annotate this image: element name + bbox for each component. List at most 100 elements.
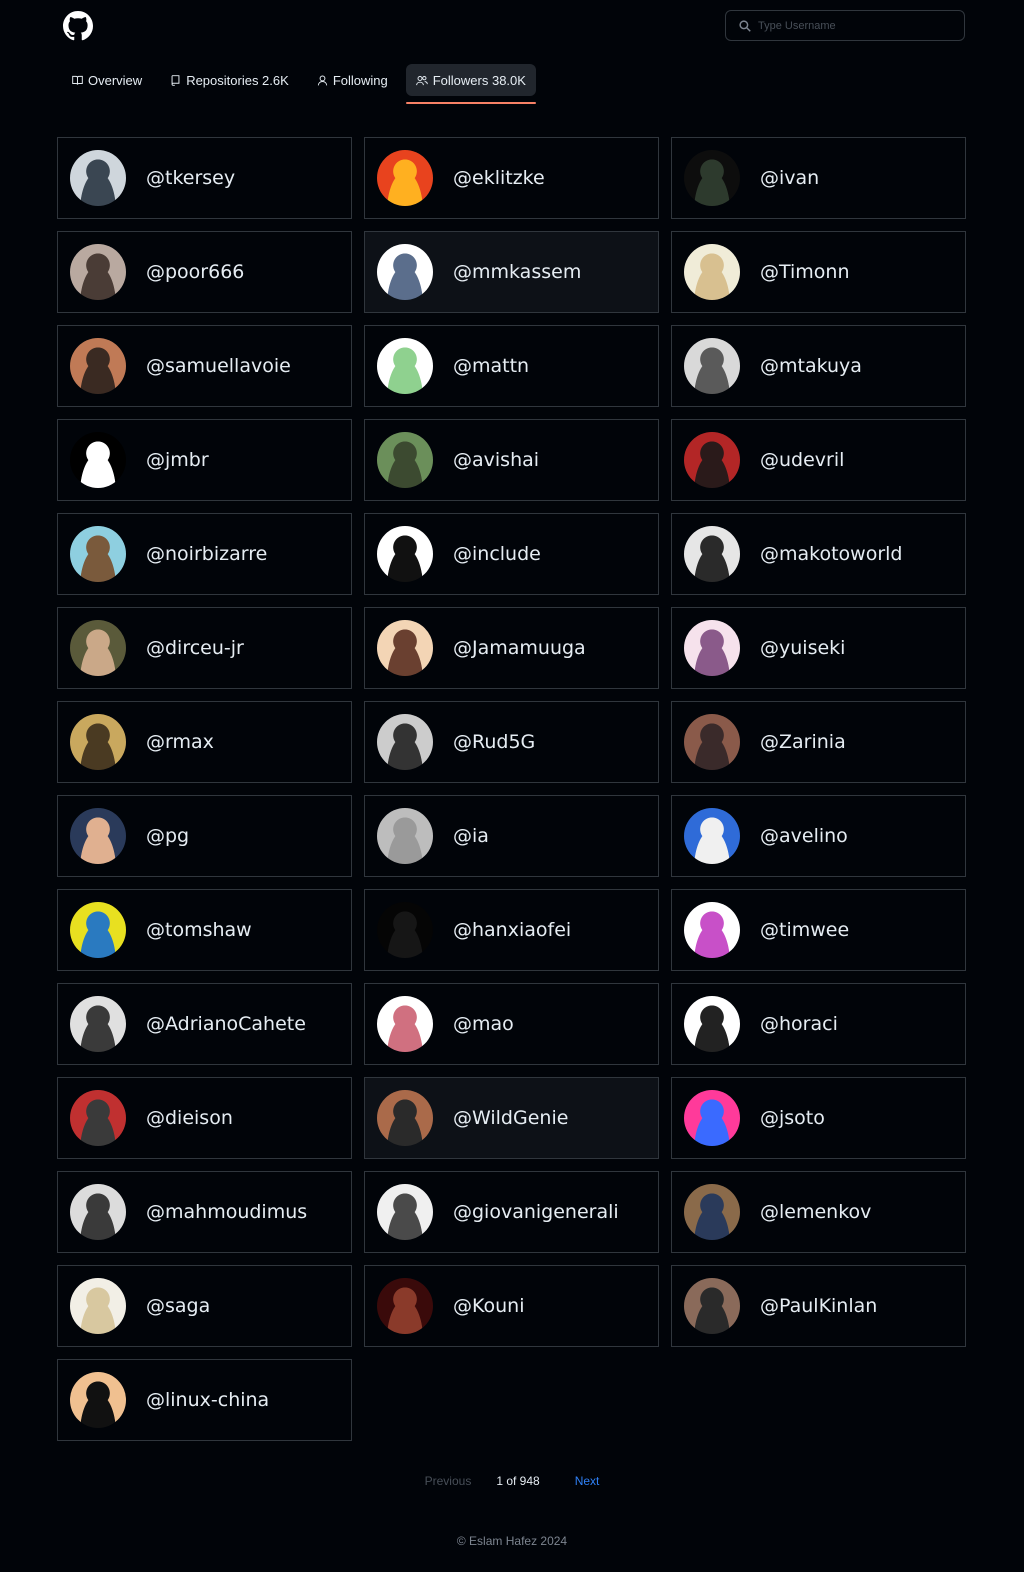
follower-username: @Kouni (453, 1295, 525, 1317)
avatar (377, 620, 433, 676)
follower-card[interactable]: @poor666 (57, 231, 352, 313)
tab-following[interactable]: Following (307, 64, 398, 96)
follower-card[interactable]: @Zarinia (671, 701, 966, 783)
avatar (684, 432, 740, 488)
avatar (684, 1278, 740, 1334)
github-logo-icon[interactable] (63, 11, 93, 41)
avatar (684, 338, 740, 394)
avatar (70, 996, 126, 1052)
follower-card[interactable]: @dirceu-jr (57, 607, 352, 689)
follower-username: @Rud5G (453, 731, 536, 753)
search-input[interactable] (756, 18, 960, 33)
avatar (377, 432, 433, 488)
tab-label: Followers 38.0K (432, 72, 526, 88)
follower-card[interactable]: @avishai (364, 419, 659, 501)
next-button[interactable]: Next (575, 1474, 600, 1488)
avatar (684, 996, 740, 1052)
follower-card[interactable]: @jmbr (57, 419, 352, 501)
avatar (70, 338, 126, 394)
follower-card[interactable]: @timwee (671, 889, 966, 971)
follower-username: @mattn (453, 355, 530, 377)
follower-card[interactable]: @PaulKinlan (671, 1265, 966, 1347)
follower-card[interactable]: @noirbizarre (57, 513, 352, 595)
follower-card[interactable]: @makotoworld (671, 513, 966, 595)
avatar (70, 1184, 126, 1240)
follower-username: @AdrianoCahete (146, 1013, 306, 1035)
follower-username: @lemenkov (760, 1201, 872, 1223)
follower-username: @ia (453, 825, 489, 847)
repo-icon (171, 74, 180, 86)
avatar (377, 808, 433, 864)
follower-username: @mahmoudimus (146, 1201, 308, 1223)
avatar (377, 244, 433, 300)
search-icon (739, 19, 751, 32)
avatar (70, 244, 126, 300)
follower-username: @PaulKinlan (760, 1295, 878, 1317)
follower-card[interactable]: @eklitzke (364, 137, 659, 219)
follower-card[interactable]: @giovanigenerali (364, 1171, 659, 1253)
follower-card[interactable]: @include (364, 513, 659, 595)
follower-card[interactable]: @samuellavoie (57, 325, 352, 407)
follower-card[interactable]: @linux-china (57, 1359, 352, 1441)
follower-username: @dirceu-jr (146, 637, 244, 659)
pagination: Previous 1 of 948 Next (0, 1474, 1024, 1488)
avatar (684, 808, 740, 864)
follower-card[interactable]: @Jamamuuga (364, 607, 659, 689)
tab-label: Repositories 2.6K (186, 72, 289, 88)
follower-card[interactable]: @ia (364, 795, 659, 877)
follower-card[interactable]: @WildGenie (364, 1077, 659, 1159)
follower-card[interactable]: @saga (57, 1265, 352, 1347)
follower-username: @mtakuya (760, 355, 862, 377)
follower-card[interactable]: @ivan (671, 137, 966, 219)
avatar (70, 150, 126, 206)
follower-card[interactable]: @udevril (671, 419, 966, 501)
avatar (684, 1184, 740, 1240)
avatar (377, 714, 433, 770)
followers-grid: @tkersey @eklitzke @ivan @poor666 @mmkassem @… (57, 137, 966, 1441)
follower-card[interactable]: @mtakuya (671, 325, 966, 407)
follower-card[interactable]: @hanxiaofei (364, 889, 659, 971)
follower-card[interactable]: @dieison (57, 1077, 352, 1159)
follower-username: @udevril (760, 449, 845, 471)
follower-card[interactable]: @jsoto (671, 1077, 966, 1159)
follower-card[interactable]: @Timonn (671, 231, 966, 313)
follower-card[interactable]: @mmkassem (364, 231, 659, 313)
follower-card[interactable]: @AdrianoCahete (57, 983, 352, 1065)
follower-card[interactable]: @Rud5G (364, 701, 659, 783)
follower-username: @Timonn (760, 261, 850, 283)
avatar (377, 1278, 433, 1334)
follower-username: @eklitzke (453, 167, 545, 189)
avatar (684, 244, 740, 300)
follower-card[interactable]: @mao (364, 983, 659, 1065)
avatar (70, 808, 126, 864)
avatar (377, 1184, 433, 1240)
follower-card[interactable]: @tomshaw (57, 889, 352, 971)
page-indicator: 1 of 948 (496, 1474, 540, 1488)
follower-username: @noirbizarre (146, 543, 268, 565)
follower-card[interactable]: @avelino (671, 795, 966, 877)
follower-card[interactable]: @mahmoudimus (57, 1171, 352, 1253)
follower-card[interactable]: @lemenkov (671, 1171, 966, 1253)
header: Overview Repositories 2.6K Following Fol… (0, 0, 1024, 120)
avatar (70, 714, 126, 770)
avatar (684, 902, 740, 958)
profile-tabs: Overview Repositories 2.6K Following Fol… (62, 64, 544, 104)
follower-card[interactable]: @tkersey (57, 137, 352, 219)
follower-username: @timwee (760, 919, 850, 941)
follower-card[interactable]: @horaci (671, 983, 966, 1065)
follower-card[interactable]: @Kouni (364, 1265, 659, 1347)
previous-button[interactable]: Previous (425, 1474, 472, 1488)
follower-username: @include (453, 543, 541, 565)
avatar (377, 1090, 433, 1146)
tab-label: Overview (88, 72, 143, 88)
tab-repositories[interactable]: Repositories 2.6K (160, 64, 299, 96)
follower-card[interactable]: @pg (57, 795, 352, 877)
follower-username: @jsoto (760, 1107, 825, 1129)
follower-card[interactable]: @mattn (364, 325, 659, 407)
tab-overview[interactable]: Overview (62, 64, 152, 96)
follower-username: @poor666 (146, 261, 245, 283)
avatar (684, 620, 740, 676)
follower-card[interactable]: @rmax (57, 701, 352, 783)
tab-followers[interactable]: Followers 38.0K (405, 64, 537, 104)
follower-card[interactable]: @yuiseki (671, 607, 966, 689)
